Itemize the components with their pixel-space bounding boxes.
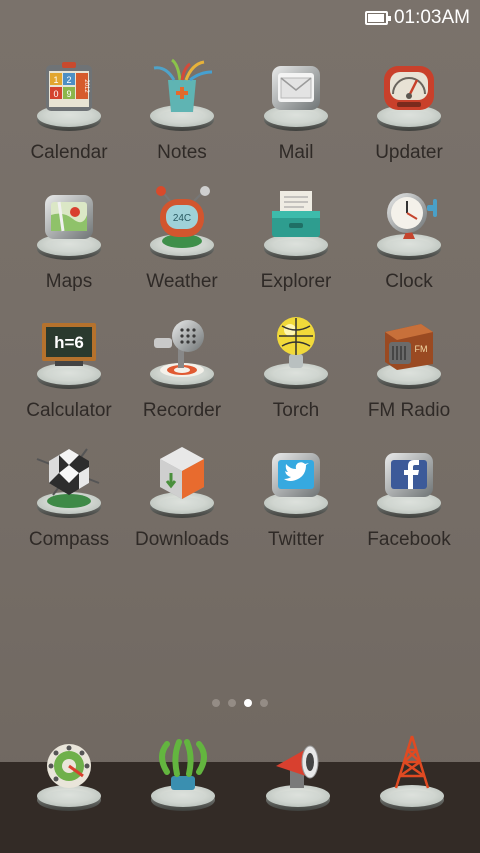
svg-text:h=6: h=6 (54, 333, 84, 352)
svg-text:2012: 2012 (83, 79, 89, 93)
calculator-icon: h=6 (33, 323, 105, 392)
contacts-icon[interactable] (147, 732, 219, 814)
app-label: Mail (278, 142, 314, 163)
app-mail[interactable]: Mail (239, 56, 353, 182)
weather-icon: 24C (146, 186, 218, 263)
app-label: Weather (146, 271, 218, 292)
app-label: Calculator (26, 400, 112, 421)
svg-text:24C: 24C (173, 213, 191, 224)
app-label: FM Radio (367, 400, 451, 421)
torch-icon (260, 317, 332, 392)
app-label: Torch (272, 400, 320, 421)
messaging-icon[interactable] (262, 732, 334, 814)
app-updater[interactable]: Updater (352, 56, 466, 182)
app-downloads[interactable]: Downloads (125, 443, 239, 569)
downloads-icon (146, 447, 218, 521)
status-time: 01:03AM (393, 7, 470, 28)
app-label: Twitter (268, 529, 324, 550)
explorer-icon (260, 191, 332, 263)
page-dot[interactable] (228, 699, 236, 707)
compass-icon (36, 448, 105, 521)
app-row: Compass Downloads Twitter Facebook (0, 443, 480, 572)
app-label: Recorder (142, 400, 222, 421)
recorder-icon (146, 320, 218, 392)
page-dot[interactable] (212, 699, 220, 707)
updater-icon (373, 66, 445, 134)
app-label: Facebook (367, 529, 451, 550)
app-label: Notes (157, 142, 207, 163)
mail-icon (260, 66, 332, 134)
app-torch[interactable]: Torch (239, 314, 353, 440)
app-label: Calendar (30, 142, 108, 163)
app-compass[interactable]: Compass (12, 443, 126, 569)
app-weather[interactable]: 24C Weather (125, 185, 239, 311)
page-dot[interactable] (260, 699, 268, 707)
dock (0, 735, 480, 853)
svg-text:1: 1 (53, 75, 58, 85)
app-calendar[interactable]: 1 2 0 9 2012 Calendar (12, 56, 126, 182)
svg-text:2: 2 (66, 75, 71, 85)
app-facebook[interactable]: Facebook (352, 443, 466, 569)
app-recorder[interactable]: Recorder (125, 314, 239, 440)
svg-text:FM: FM (415, 344, 428, 354)
app-label: Downloads (135, 529, 229, 550)
status-bar: 01:03AM (0, 0, 480, 36)
app-grid: 1 2 0 9 2012 Calendar Notes Mail Updater… (0, 56, 480, 572)
svg-text:9: 9 (66, 89, 71, 99)
app-calculator[interactable]: h=6 Calculator (12, 314, 126, 440)
app-label: Maps (45, 271, 93, 292)
maps-icon (33, 195, 105, 263)
app-clock[interactable]: Clock (352, 185, 466, 311)
app-notes[interactable]: Notes (125, 56, 239, 182)
notes-icon (146, 58, 218, 134)
app-row: 1 2 0 9 2012 Calendar Notes Mail Updater (0, 56, 480, 185)
app-twitter[interactable]: Twitter (239, 443, 353, 569)
svg-text:0: 0 (53, 89, 58, 99)
facebook-icon (373, 453, 445, 521)
app-fm-radio[interactable]: FM FM Radio (352, 314, 466, 440)
app-row: Maps 24C Weather Explorer Clock (0, 185, 480, 314)
app-label: Explorer (260, 271, 332, 292)
browser-tower-icon[interactable] (376, 732, 448, 814)
page-dot-active[interactable] (244, 699, 252, 707)
app-maps[interactable]: Maps (12, 185, 126, 311)
app-explorer[interactable]: Explorer (239, 185, 353, 311)
app-label: Updater (375, 142, 443, 163)
fm-radio-icon: FM (373, 324, 445, 392)
app-label: Compass (28, 529, 110, 550)
twitter-icon (260, 453, 332, 521)
app-row: h=6 Calculator Recorder Torch FM FM Radi… (0, 314, 480, 443)
app-label: Clock (385, 271, 433, 292)
page-indicator (0, 699, 480, 709)
phone-dialer-icon[interactable] (33, 732, 105, 814)
calendar-icon: 1 2 0 9 2012 (33, 62, 105, 134)
battery-full-icon (365, 11, 391, 25)
clock-icon (373, 193, 445, 263)
